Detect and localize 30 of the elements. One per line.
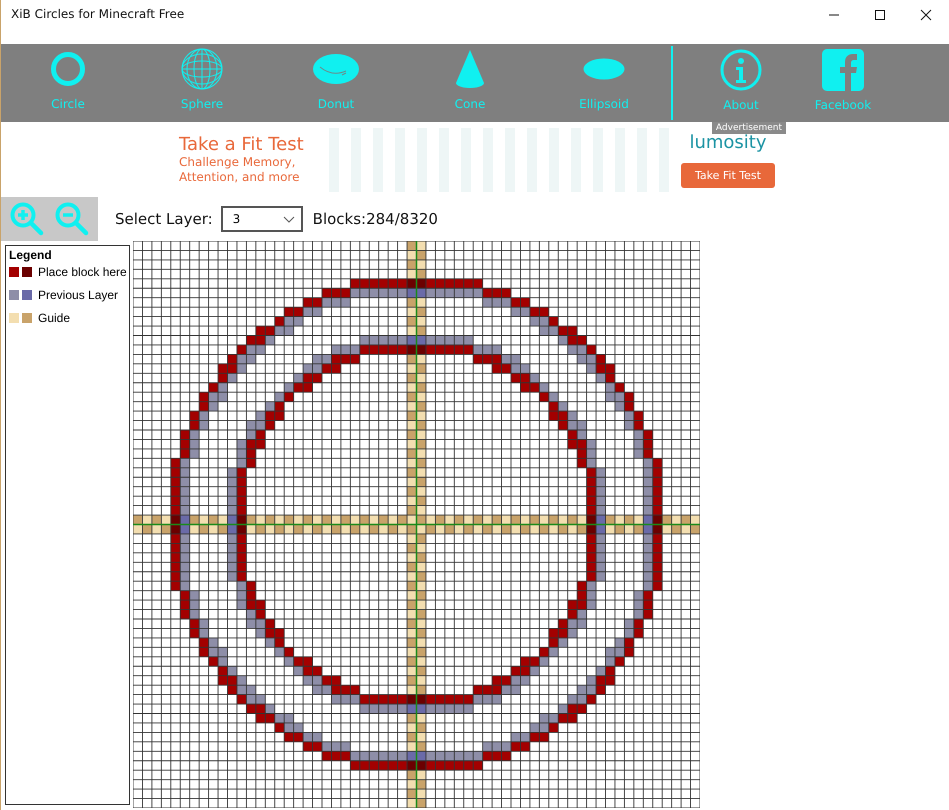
ad-tag: Advertisement [712,122,786,134]
shape-button[interactable]: Sphere [135,44,269,122]
layer-dropdown[interactable]: 3 [220,206,303,232]
layer-label: Select Layer: [115,210,213,228]
cone-icon [455,49,485,89]
ad-cta-button[interactable]: Take Fit Test [681,162,775,188]
about-button[interactable]: About [690,44,792,122]
legend-title: Legend [9,248,53,262]
legend-label: Place block here [38,265,127,279]
facebook-icon [822,49,864,91]
info-icon [720,49,762,91]
ring-icon [50,51,86,87]
shape-button[interactable]: Cone [403,44,537,122]
legend-label: Previous Layer [38,288,118,302]
donut-icon [312,53,360,85]
maximize-icon[interactable] [874,9,886,21]
ad-subline: Challenge Memory, Attention, and more [179,155,300,185]
chevron-icon [282,216,295,222]
block-count: Blocks:284/8320 [312,210,438,228]
ad-brand: lumosity [689,132,766,152]
close-icon[interactable] [920,9,932,21]
facebook-button[interactable]: Facebook [792,44,894,122]
legend-label: Guide [38,311,70,325]
shape-button[interactable]: Ellipsoid [537,44,671,122]
shape-button[interactable]: Donut [269,44,403,122]
globe-icon [181,48,223,90]
ellipse-icon [583,58,625,80]
shape-button[interactable]: Circle [1,44,135,122]
ad-headline: Take a Fit Test [179,134,305,155]
window-title: XiB Circles for Minecraft Free [11,7,184,21]
